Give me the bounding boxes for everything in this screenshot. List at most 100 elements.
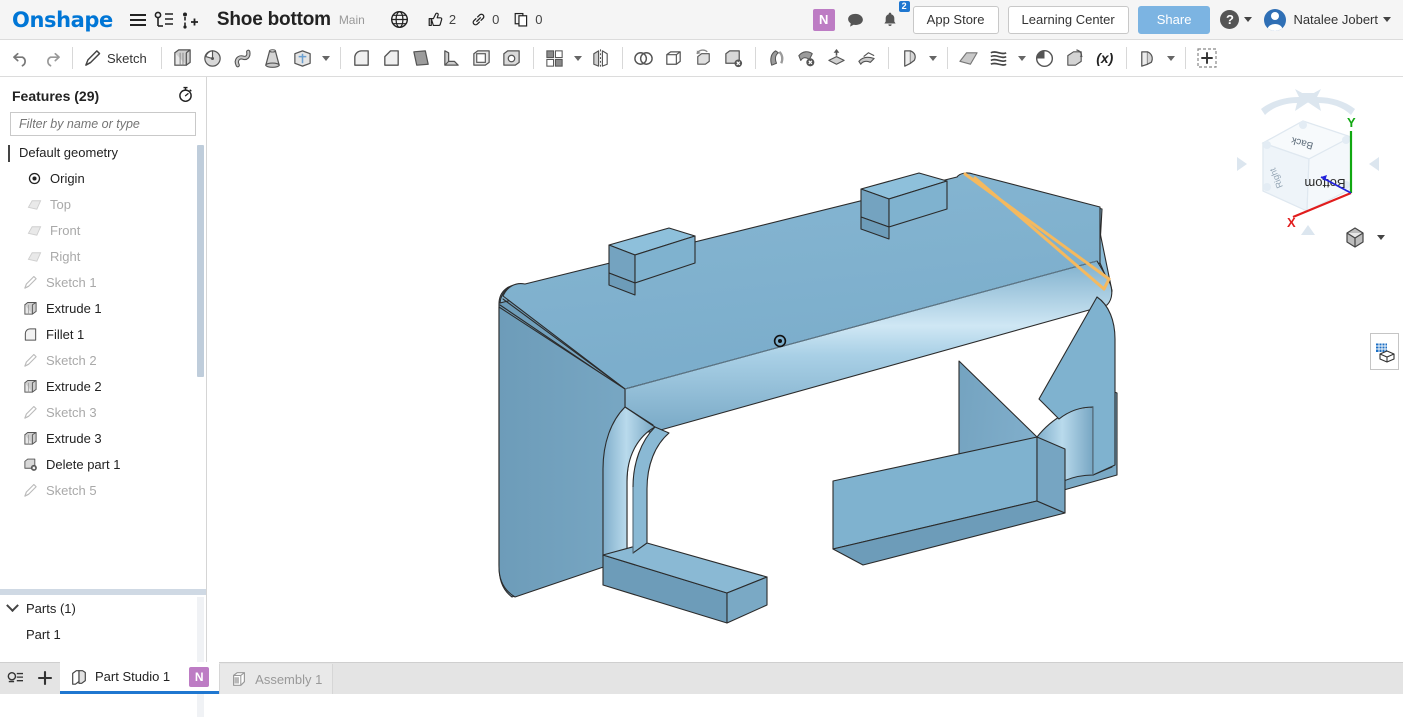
user-menu[interactable]: Natalee Jobert	[1264, 8, 1391, 31]
links-stat[interactable]: 0	[470, 11, 499, 28]
sheet-metal-button[interactable]	[895, 43, 925, 73]
shoe-bottom-part[interactable]	[207, 77, 1403, 662]
plane-button[interactable]	[954, 43, 984, 73]
shell-button[interactable]	[467, 43, 497, 73]
tree-item-label: Extrude 2	[46, 378, 102, 394]
chevron-down-icon[interactable]	[1166, 55, 1175, 61]
split-button[interactable]	[762, 43, 792, 73]
hole-button[interactable]	[497, 43, 527, 73]
branch-name[interactable]: Main	[339, 13, 365, 27]
document-title[interactable]: Shoe bottom	[217, 9, 331, 31]
comment-icon[interactable]	[843, 7, 869, 33]
tab-assembly-1[interactable]: Assembly 1	[219, 664, 334, 694]
rib-button[interactable]	[437, 43, 467, 73]
feature-tree[interactable]: Default geometry Origin Top Front Right Sketc…	[0, 139, 206, 587]
mirror-button[interactable]	[586, 43, 616, 73]
tree-item-fillet-1[interactable]: Fillet 1	[0, 321, 206, 347]
share-button[interactable]: Share	[1137, 5, 1211, 34]
likes-stat[interactable]: 2	[427, 11, 456, 28]
sketch-icon	[22, 482, 39, 499]
tree-item-delete-part-1[interactable]: Delete part 1	[0, 451, 206, 477]
help-menu[interactable]: ?	[1220, 10, 1253, 29]
import-button[interactable]	[1060, 43, 1090, 73]
enclose-button[interactable]	[659, 43, 689, 73]
assembly-icon	[233, 672, 246, 686]
curves-button[interactable]	[984, 43, 1014, 73]
chevron-down-icon[interactable]	[928, 55, 937, 61]
learning-center-button[interactable]: Learning Center	[1007, 5, 1129, 34]
add-custom-feature-button[interactable]	[1192, 43, 1222, 73]
notifications-icon[interactable]: 2	[877, 0, 910, 33]
tree-item-extrude-1[interactable]: Extrude 1	[0, 295, 206, 321]
delete-part-button[interactable]	[719, 43, 749, 73]
chevron-down-icon[interactable]	[573, 55, 582, 61]
part-label: Part 1	[26, 626, 61, 642]
tree-item-sketch-2[interactable]: Sketch 2	[0, 347, 206, 373]
loft-button[interactable]	[258, 43, 288, 73]
sketch-icon	[22, 404, 39, 421]
revolve-button[interactable]	[198, 43, 228, 73]
tree-item-right[interactable]: Right	[0, 243, 206, 269]
chevron-down-icon	[6, 598, 19, 612]
thumbs-up-icon	[428, 12, 443, 27]
stopwatch-icon[interactable]	[177, 85, 194, 106]
filter-input[interactable]	[17, 116, 189, 132]
help-icon: ?	[1220, 10, 1240, 29]
add-tab-icon[interactable]	[30, 662, 60, 694]
tree-item-extrude-3[interactable]: Extrude 3	[0, 425, 206, 451]
chamfer-button[interactable]	[377, 43, 407, 73]
links-count: 0	[492, 12, 500, 27]
appearance-panel-button[interactable]	[1370, 333, 1399, 370]
chevron-down-icon[interactable]	[321, 55, 330, 61]
app-store-button[interactable]: App Store	[912, 5, 999, 34]
undo-button[interactable]	[6, 43, 36, 73]
replace-face-button[interactable]	[852, 43, 882, 73]
pattern-button[interactable]	[540, 43, 570, 73]
list-item-part-1[interactable]: Part 1	[0, 621, 206, 647]
variable-button[interactable]: (x)	[1090, 43, 1120, 73]
helix-button[interactable]	[1030, 43, 1060, 73]
tab-filter-icon[interactable]	[0, 662, 30, 694]
fillet-button[interactable]	[347, 43, 377, 73]
globe-icon[interactable]	[387, 7, 413, 33]
tree-item-sketch-1[interactable]: Sketch 1	[0, 269, 206, 295]
version-graph-icon[interactable]	[151, 7, 177, 33]
parts-header[interactable]: Parts (1)	[0, 595, 206, 621]
sweep-button[interactable]	[228, 43, 258, 73]
chevron-down-icon[interactable]	[1017, 55, 1026, 61]
tree-item-sketch-3[interactable]: Sketch 3	[0, 399, 206, 425]
copies-stat[interactable]: 0	[513, 11, 543, 28]
tree-item-origin[interactable]: Origin	[0, 165, 206, 191]
graphics-viewport[interactable]: Back Right Bottom X Y	[207, 77, 1403, 662]
redo-button[interactable]	[36, 43, 66, 73]
features-filter[interactable]	[10, 112, 196, 136]
copy-icon	[514, 12, 528, 27]
hamburger-menu-icon[interactable]	[125, 7, 151, 33]
onshape-logo[interactable]: Onshape	[12, 8, 113, 32]
tree-item-extrude-2[interactable]: Extrude 2	[0, 373, 206, 399]
parts-scrollbar[interactable]	[197, 597, 204, 717]
shaded-cube-icon	[1346, 227, 1364, 248]
thicken-solid-button[interactable]	[288, 43, 318, 73]
tree-item-top[interactable]: Top	[0, 191, 206, 217]
axis-x-label: X	[1287, 215, 1296, 230]
extrude-icon	[22, 430, 39, 447]
draft-button[interactable]	[407, 43, 437, 73]
derived-button[interactable]	[1133, 43, 1163, 73]
transform-button[interactable]	[689, 43, 719, 73]
add-version-icon[interactable]	[177, 7, 203, 33]
extrude-button[interactable]	[168, 43, 198, 73]
feature-tree-scrollbar[interactable]	[197, 145, 204, 377]
collaborator-avatar[interactable]: N	[812, 8, 835, 31]
tree-item-sketch-5[interactable]: Sketch 5	[0, 477, 206, 503]
move-face-button[interactable]	[822, 43, 852, 73]
chevron-down-icon[interactable]	[8, 144, 12, 162]
delete-face-button[interactable]	[792, 43, 822, 73]
tab-part-studio-1[interactable]: Part Studio 1 N	[60, 662, 220, 694]
tree-item-default-geometry[interactable]: Default geometry	[0, 139, 206, 165]
boolean-button[interactable]	[629, 43, 659, 73]
tree-item-front[interactable]: Front	[0, 217, 206, 243]
display-mode-dropdown[interactable]	[1343, 225, 1385, 249]
sketch-button[interactable]: Sketch	[79, 43, 155, 73]
view-cube[interactable]: Back Right Bottom X Y	[1233, 85, 1383, 245]
